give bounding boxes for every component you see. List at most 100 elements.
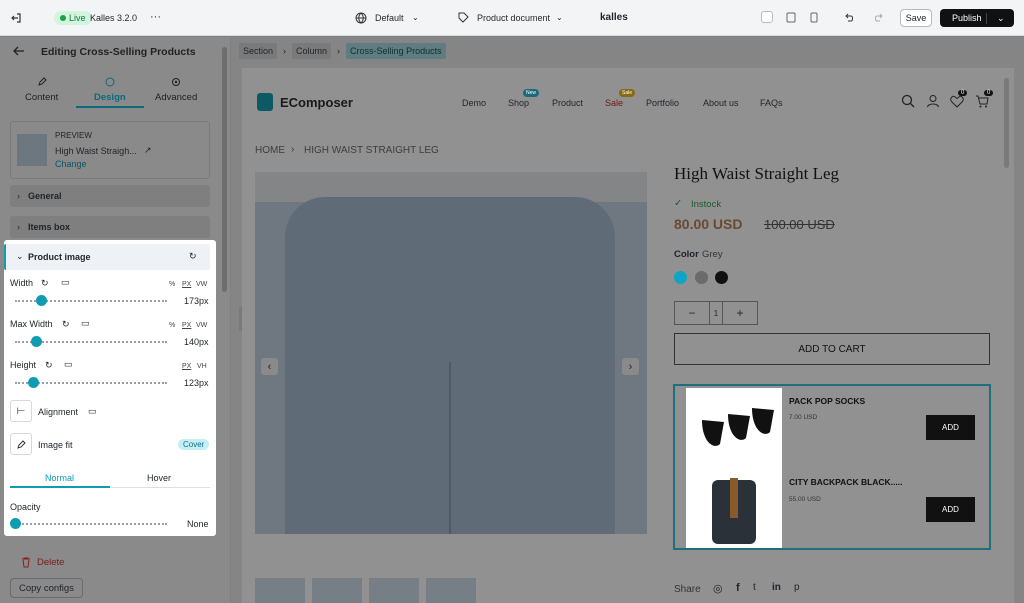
height-device-icon[interactable]: ▭ — [64, 359, 73, 370]
mobile-view-icon[interactable] — [810, 12, 818, 23]
unit-vh[interactable]: VH — [197, 363, 207, 370]
plus-icon[interactable]: + — [723, 302, 757, 324]
redo-icon[interactable] — [873, 12, 885, 23]
tab-content[interactable]: Content — [25, 92, 58, 103]
tablet-view-icon[interactable] — [786, 12, 796, 23]
prev-image-icon[interactable]: ‹ — [261, 358, 278, 375]
cross-sell-add-button[interactable]: ADD — [926, 497, 975, 522]
image-fit-badge[interactable]: Cover — [178, 439, 210, 450]
wishlist-icon[interactable] — [950, 95, 964, 108]
exit-icon[interactable] — [10, 12, 22, 24]
tab-normal[interactable]: Normal — [45, 473, 74, 483]
cross-sell-item-name[interactable]: CITY BACKPACK BLACK..... — [789, 477, 903, 487]
external-link-icon[interactable]: ↗ — [144, 145, 152, 156]
tab-hover[interactable]: Hover — [147, 473, 171, 483]
swatch-blue[interactable] — [674, 271, 687, 284]
nav-demo[interactable]: Demo — [462, 98, 486, 108]
opacity-slider-handle[interactable] — [10, 518, 21, 529]
back-arrow-icon[interactable] — [13, 46, 25, 56]
product-price: 80.00 USD — [674, 216, 743, 232]
height-reset-icon[interactable]: ↻ — [45, 360, 53, 371]
copy-configs-button[interactable]: Copy configs — [10, 578, 83, 598]
document-chevron-icon[interactable]: ⌄ — [556, 13, 563, 22]
nav-shop[interactable]: Shop — [508, 98, 529, 108]
linkedin-icon[interactable]: in — [772, 582, 781, 593]
user-icon[interactable] — [926, 94, 940, 108]
unit-percent[interactable]: % — [169, 322, 175, 329]
max-width-slider-handle[interactable] — [31, 336, 43, 347]
quantity-value[interactable]: 1 — [709, 302, 723, 324]
unit-vw[interactable]: VW — [196, 322, 207, 329]
next-image-icon[interactable]: › — [622, 358, 639, 375]
nav-sale[interactable]: Sale — [605, 98, 623, 108]
breadcrumb-section[interactable]: Section — [239, 43, 278, 59]
product-image-header[interactable]: ⌄ Product image ↻ — [4, 244, 210, 270]
tab-design[interactable]: Design — [94, 92, 126, 103]
quantity-stepper[interactable]: − 1 + — [674, 301, 758, 325]
search-icon[interactable] — [901, 94, 915, 108]
page-scrollbar[interactable] — [1004, 78, 1009, 168]
instagram-icon[interactable]: ◎ — [713, 582, 723, 595]
crumb-current: HIGH WAIST STRAIGHT LEG — [304, 145, 439, 156]
unit-px[interactable]: PX — [182, 363, 191, 370]
thumbnail-3[interactable] — [369, 578, 419, 603]
publish-chevron-icon[interactable]: ⌄ — [986, 12, 1005, 24]
facebook-icon[interactable]: f — [736, 582, 740, 594]
layout-chevron-icon[interactable]: ⌄ — [412, 13, 419, 22]
width-reset-icon[interactable]: ↻ — [41, 278, 49, 289]
unit-percent[interactable]: % — [169, 281, 175, 288]
publish-button[interactable]: Publish ⌄ — [940, 9, 1014, 27]
delete-button[interactable]: Delete — [37, 557, 64, 568]
crumb-home[interactable]: HOME — [255, 145, 285, 156]
width-slider-handle[interactable] — [35, 295, 47, 306]
max-width-device-icon[interactable]: ▭ — [81, 318, 90, 329]
unit-vw[interactable]: VW — [196, 281, 207, 288]
swatch-black[interactable] — [715, 271, 728, 284]
add-to-cart-button[interactable]: ADD TO CART — [674, 333, 990, 365]
save-button[interactable]: Save — [900, 9, 932, 27]
tab-advanced[interactable]: Advanced — [155, 92, 197, 103]
twitter-icon[interactable]: t — [753, 582, 756, 593]
socks-image[interactable] — [688, 390, 780, 468]
undo-icon[interactable] — [843, 12, 855, 23]
cross-sell-item-name[interactable]: PACK POP SOCKS — [789, 396, 865, 406]
width-device-icon[interactable]: ▭ — [61, 277, 70, 288]
pinterest-icon[interactable]: p — [794, 582, 800, 593]
desktop-view-icon[interactable] — [761, 11, 773, 23]
thumbnail-1[interactable] — [255, 578, 305, 603]
alignment-device-icon[interactable]: ▭ — [88, 406, 97, 417]
cart-icon[interactable] — [975, 95, 989, 108]
pencil-icon[interactable] — [10, 433, 32, 455]
sidebar-scrollbar[interactable] — [222, 47, 227, 292]
breadcrumb-column[interactable]: Column — [292, 43, 332, 59]
theme-name: Kalles 3.2.0 — [90, 13, 138, 23]
cross-sell-add-button[interactable]: ADD — [926, 415, 975, 440]
layout-select[interactable]: Default — [375, 13, 404, 23]
thumbnail-4[interactable] — [426, 578, 476, 603]
nav-faqs[interactable]: FAQs — [760, 98, 783, 108]
nav-product[interactable]: Product — [552, 98, 583, 108]
nav-about[interactable]: About us — [703, 98, 739, 108]
nav-portfolio[interactable]: Portfolio — [646, 98, 679, 108]
minus-icon[interactable]: − — [675, 302, 709, 324]
unit-px[interactable]: PX — [182, 281, 191, 288]
chevron-right-icon: › — [17, 191, 20, 201]
section-general[interactable]: › General — [10, 185, 210, 207]
change-link[interactable]: Change — [55, 159, 87, 169]
opacity-slider[interactable] — [15, 523, 167, 525]
reset-icon[interactable]: ↻ — [189, 251, 197, 262]
align-left-icon[interactable]: ⊢ — [10, 400, 32, 422]
section-items-box[interactable]: › Items box — [10, 216, 210, 238]
chevron-down-icon: ⌄ — [16, 251, 24, 261]
thumbnail-2[interactable] — [312, 578, 362, 603]
breadcrumb-current[interactable]: Cross-Selling Products — [346, 43, 446, 59]
document-select[interactable]: Product document — [477, 13, 550, 23]
store-logo[interactable]: EComposer — [280, 95, 353, 110]
unit-px[interactable]: PX — [182, 322, 191, 329]
swatch-grey[interactable] — [695, 271, 708, 284]
height-slider-handle[interactable] — [28, 377, 40, 388]
product-image-title: Product image — [28, 252, 91, 262]
max-width-reset-icon[interactable]: ↻ — [62, 319, 70, 330]
backpack-image[interactable] — [688, 470, 780, 548]
more-icon[interactable]: ··· — [150, 11, 161, 23]
